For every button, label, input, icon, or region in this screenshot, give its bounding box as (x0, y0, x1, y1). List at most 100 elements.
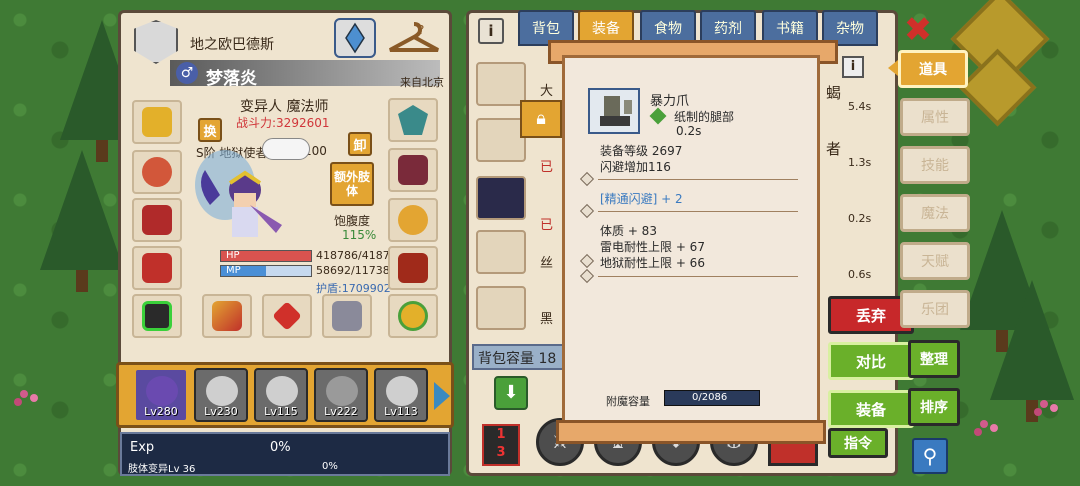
equip-slot-head[interactable] (132, 100, 182, 144)
armor-icon (142, 253, 172, 283)
character-portrait (190, 145, 290, 250)
flame-staff-icon (212, 301, 242, 331)
search-icon[interactable]: ⚲ (912, 438, 948, 474)
tooltip-item-icon (588, 88, 640, 134)
side-menu-attributes[interactable]: 属性 (900, 98, 970, 136)
svg-text:?: ? (418, 23, 424, 37)
download-arrow-icon[interactable]: ⬇ (494, 376, 528, 410)
bag-info-icon[interactable]: i (478, 18, 504, 44)
team-member-1[interactable]: Lv280 (134, 368, 188, 422)
limb-mutation-percent: 0% (322, 461, 338, 472)
unequip-button[interactable]: 卸 (348, 132, 372, 156)
member-avatar (326, 376, 358, 406)
bag-item-time: 5.4s (848, 100, 872, 113)
side-menu-skills[interactable]: 技能 (900, 146, 970, 184)
equip-slot-cape[interactable] (132, 198, 182, 242)
tooltip-refine: [精通闪避] + 2 (600, 192, 683, 206)
bag-item-suffix: 者 (826, 140, 842, 158)
tooltip-dodge-bonus: 闪避增加116 (600, 160, 671, 174)
close-icon[interactable]: ✖ (900, 12, 936, 48)
tooltip-equip-level: 装备等级 2697 (600, 144, 683, 158)
tooltip-divider (598, 276, 798, 277)
location-label: 地之欧巴德斯 (190, 37, 274, 53)
ring-icon (398, 301, 428, 331)
arrange-button[interactable]: 整理 (908, 340, 960, 378)
tooltip-info-icon[interactable]: i (842, 56, 864, 78)
device-icon (142, 301, 172, 331)
equip-slot-armor[interactable] (132, 246, 182, 290)
swap-button[interactable]: 换 (198, 118, 222, 142)
member-avatar (206, 376, 238, 406)
tooltip-item-time: 0.2s (676, 124, 702, 138)
speech-cloud (262, 138, 310, 160)
cape-icon (142, 205, 172, 235)
belt-icon (398, 205, 428, 235)
tooltip-divider (598, 211, 798, 212)
compare-button[interactable]: 对比 (828, 342, 914, 380)
bag-item-name: 已 (540, 218, 554, 233)
equip-button[interactable]: 装备 (828, 390, 914, 428)
mech-gun-icon (332, 301, 362, 331)
satiety-value: 115% (342, 228, 377, 242)
extra-limb-button[interactable]: 额外肢体 (330, 162, 374, 206)
side-menu-band[interactable]: 乐团 (900, 290, 970, 328)
roster-next-arrow-icon[interactable] (434, 382, 450, 410)
limb-mutation-label: 肢体变异Lv 36 (128, 464, 196, 475)
exp-percent: 0% (270, 440, 291, 455)
hp-value: 418786/4187 (316, 249, 390, 262)
equip-slot-ring[interactable] (388, 294, 438, 338)
gender-male-icon: ♂ (176, 62, 198, 84)
bag-item-slot[interactable] (476, 118, 526, 162)
character-name: 梦落炎 (206, 69, 257, 89)
combat-power: 战斗力:3292601 (236, 116, 330, 130)
enchant-capacity-value: 0/2086 (692, 392, 728, 403)
bag-item-slot[interactable] (476, 286, 526, 330)
bag-capacity-label: 背包容量 18 (478, 351, 557, 367)
equip-slot-weapon-2[interactable] (262, 294, 312, 338)
hp-label: HP (226, 250, 240, 261)
background-tree (40, 150, 124, 292)
team-member-3[interactable]: Lv115 (254, 368, 308, 422)
bag-item-slot[interactable] (476, 62, 526, 106)
equip-slot-belt[interactable] (388, 198, 438, 242)
bag-item-time: 0.6s (848, 268, 872, 281)
exp-label: Exp (130, 440, 155, 455)
bag-item-name: 黑 (540, 312, 554, 327)
tooltip-stat-2: 雷电耐性上限 + 67 (600, 240, 705, 254)
bag-item-slot[interactable] (476, 230, 526, 274)
team-member-5[interactable]: Lv113 (374, 368, 428, 422)
mp-value: 58692/11738 (316, 264, 390, 277)
side-menu-magic[interactable]: 魔法 (900, 194, 970, 232)
background-flower (980, 420, 988, 428)
equip-slot-emblem[interactable] (388, 98, 438, 142)
equip-slot-neck[interactable] (132, 150, 182, 194)
equip-slot-legs[interactable] (388, 246, 438, 290)
bag-item-slot[interactable] (476, 176, 526, 220)
equip-slot-boots[interactable] (388, 148, 438, 192)
origin-label: 来自北京 (400, 76, 444, 89)
equip-slot-weapon-3[interactable] (322, 294, 372, 338)
sort-button[interactable]: 排序 (908, 388, 960, 426)
team-member-4[interactable]: Lv222 (314, 368, 368, 422)
equip-slot-device[interactable] (132, 294, 182, 338)
member-level: Lv280 (144, 405, 178, 418)
number-sort-icon[interactable]: 13 (482, 424, 520, 466)
member-level: Lv222 (324, 405, 358, 418)
equip-slot-weapon-1[interactable] (202, 294, 252, 338)
legs-icon (398, 253, 428, 283)
member-avatar (386, 376, 418, 406)
lock-icon[interactable]: 🔒︎ (520, 100, 562, 138)
side-menu-items[interactable]: 道具 (898, 50, 968, 88)
amulet-icon (142, 157, 172, 187)
member-level: Lv115 (264, 405, 298, 418)
crystal-icon[interactable] (334, 18, 376, 58)
tooltip-divider (598, 179, 798, 180)
command-button[interactable]: 指令 (828, 428, 888, 458)
bag-item-name: 大 (540, 84, 554, 99)
bag-item-name: 丝 (540, 256, 554, 271)
team-member-2[interactable]: Lv230 (194, 368, 248, 422)
wardrobe-hanger-icon[interactable]: ? (384, 20, 444, 58)
side-menu-talent[interactable]: 天赋 (900, 242, 970, 280)
tooltip-item-name: 暴力爪 (650, 94, 690, 109)
member-level: Lv230 (204, 405, 238, 418)
